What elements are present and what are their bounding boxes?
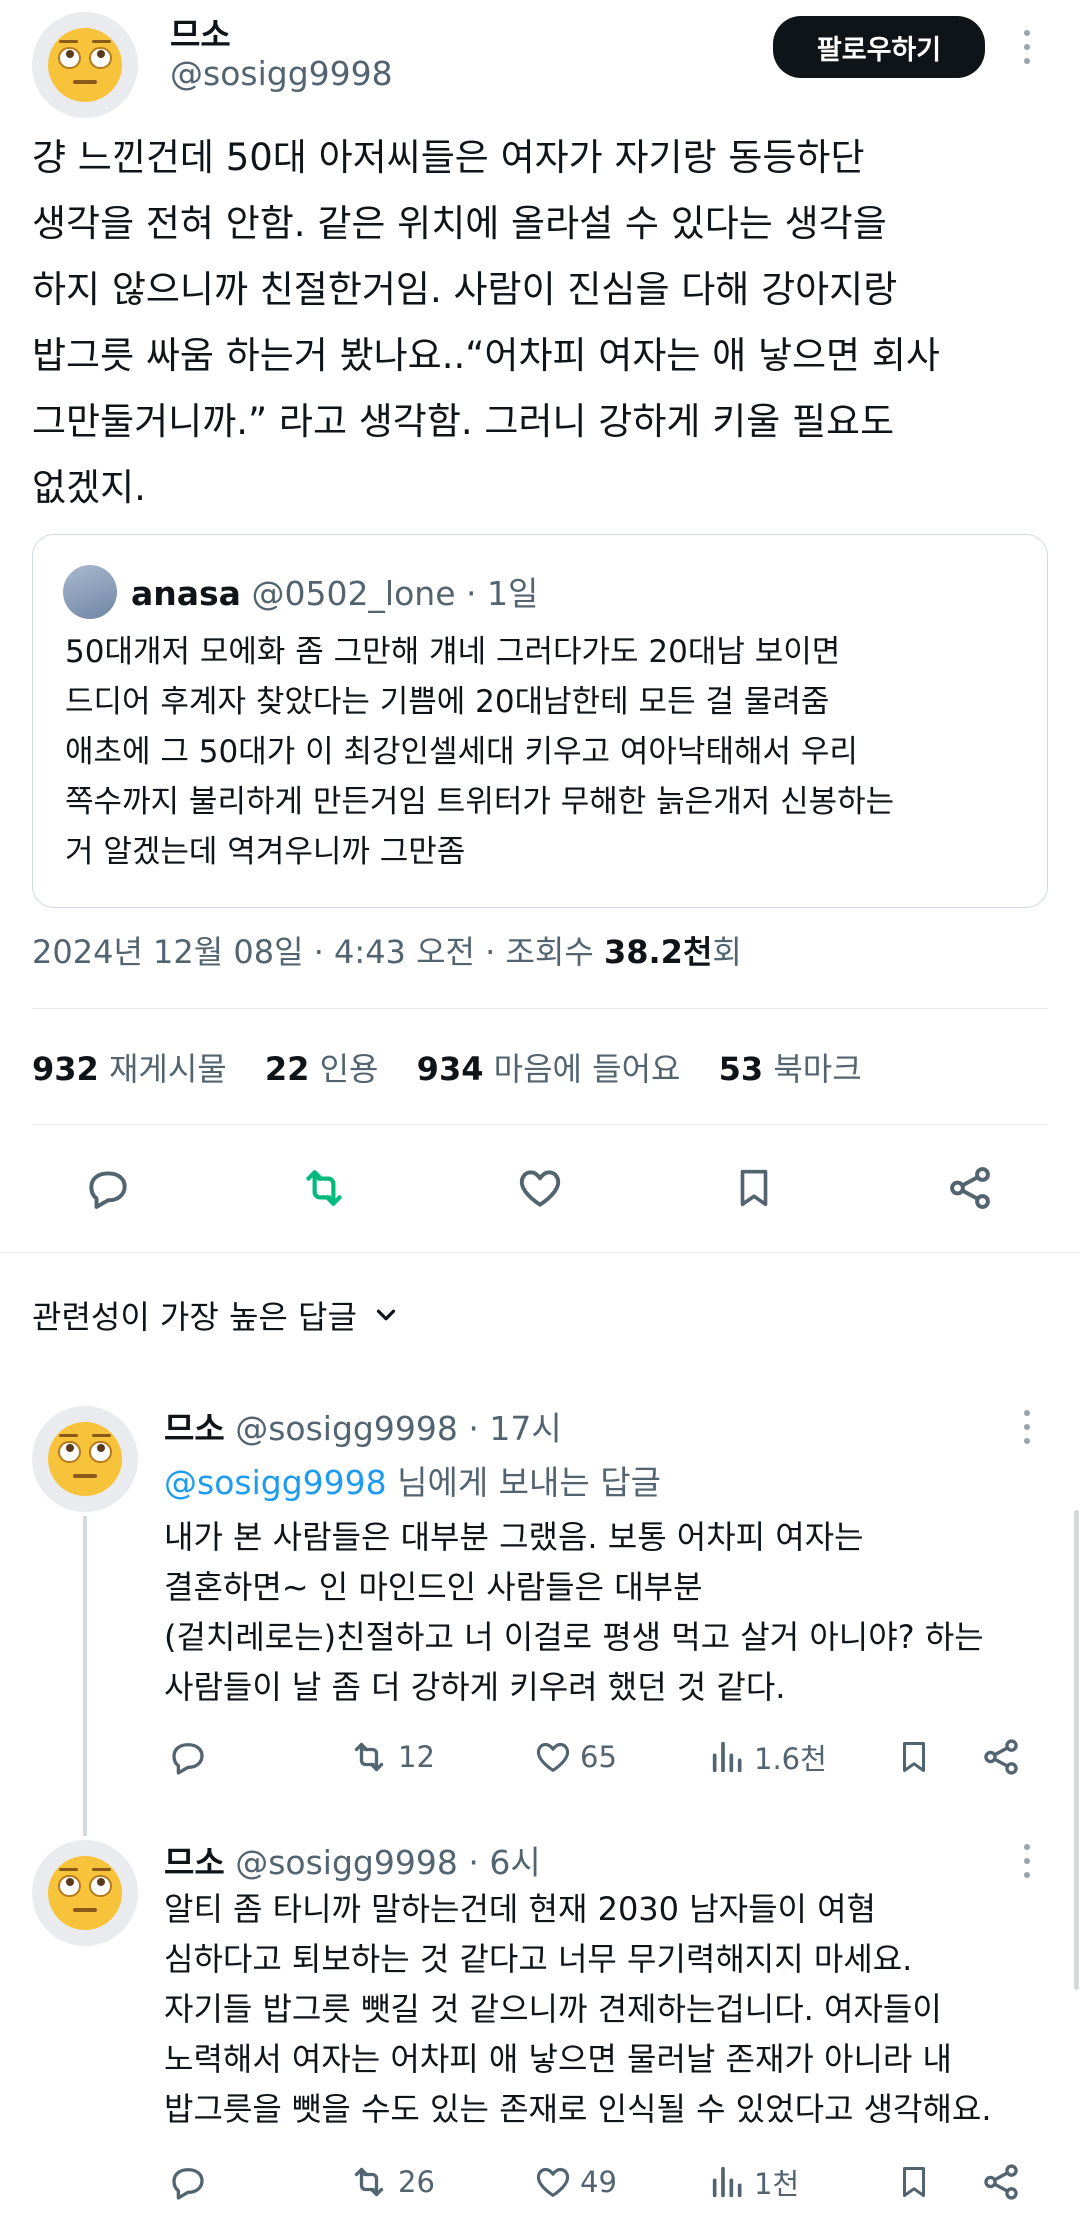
reply-text: 알티 좀 타니까 말하는건데 현재 2030 남자들이 여혐 심하다고 퇴보하는… <box>164 1890 992 2128</box>
views-count: 1.6천 <box>754 1742 827 1776</box>
quote-author-handle: @0502_lone <box>251 574 456 613</box>
like-action[interactable]: 65 <box>532 1735 617 1779</box>
views-icon <box>708 2162 748 2202</box>
like-count: 49 <box>580 2165 617 2199</box>
replies-header-label: 관련성이 가장 높은 답글 <box>32 1298 357 1336</box>
share-icon[interactable] <box>940 1160 1000 1216</box>
like-icon <box>532 1737 574 1777</box>
thread-line <box>83 1516 87 1836</box>
like-icon <box>532 2162 574 2202</box>
follow-button[interactable]: 팔로우하기 <box>773 16 985 78</box>
author-name[interactable]: 므소 <box>170 8 231 56</box>
quote-time: · 1일 <box>466 574 539 613</box>
views-suffix: 회 <box>712 933 742 971</box>
quote-avatar <box>63 565 117 619</box>
reply-author-name[interactable]: 므소 <box>164 1409 225 1448</box>
reply-icon[interactable] <box>80 1160 136 1216</box>
divider <box>32 1008 1048 1009</box>
scrollbar-thumb[interactable] <box>1074 1510 1079 1990</box>
reply-author-handle[interactable]: @sosigg9998 <box>235 1843 458 1882</box>
chevron-down-icon <box>371 1300 401 1330</box>
reply-avatar[interactable] <box>32 1406 138 1512</box>
tweet-stats: 932 재게시물 22 인용 934 마음에 들어요 53 북마크 <box>32 1044 862 1090</box>
views-count: 1천 <box>754 2167 800 2201</box>
rolling-eyes-emoji-icon <box>47 27 123 103</box>
more-icon[interactable] <box>1022 1410 1032 1444</box>
rolling-eyes-emoji-icon <box>47 1855 123 1931</box>
retweet-icon <box>346 2162 392 2202</box>
quote-author-name: anasa <box>131 574 241 613</box>
views-icon <box>708 1737 748 1777</box>
bookmarks-stat[interactable]: 53 북마크 <box>719 1050 862 1088</box>
more-icon[interactable] <box>1022 1844 1032 1878</box>
views-action[interactable]: 1.6천 <box>708 1735 827 1779</box>
reply-text: 내가 본 사람들은 대부분 그랬음. 보통 어차피 여자는 결혼하면~ 인 마인… <box>164 1518 984 1706</box>
quotes-stat[interactable]: 22 인용 <box>265 1050 379 1088</box>
tweet-date: 2024년 12월 08일 · 4:43 오전 · 조회수 <box>32 933 604 971</box>
retweet-icon <box>346 1737 392 1777</box>
share-icon[interactable] <box>978 2160 1024 2204</box>
divider <box>0 1252 1080 1253</box>
bookmark-icon[interactable] <box>892 1735 936 1779</box>
like-icon[interactable] <box>510 1160 570 1216</box>
share-icon[interactable] <box>978 1735 1024 1779</box>
divider <box>32 1124 1048 1125</box>
replies-sort-dropdown[interactable]: 관련성이 가장 높은 답글 <box>32 1292 401 1338</box>
retweet-icon[interactable] <box>294 1160 354 1216</box>
quote-text: 50대개저 모에화 좀 그만해 걔네 그러다가도 20대남 보이면 드디어 후계… <box>65 634 895 870</box>
retweet-action[interactable]: 12 <box>346 1735 435 1779</box>
reply-author-name[interactable]: 므소 <box>164 1843 225 1882</box>
reply-to-line: @sosigg9998 님에게 보내는 답글 <box>164 1463 661 1502</box>
retweets-stat[interactable]: 932 재게시물 <box>32 1050 227 1088</box>
quoted-tweet[interactable]: anasa @0502_lone · 1일 50대개저 모에화 좀 그만해 걔네… <box>32 534 1048 908</box>
reply-author-handle[interactable]: @sosigg9998 <box>235 1409 458 1448</box>
retweet-count: 26 <box>398 2165 435 2199</box>
reply-time[interactable]: · 17시 <box>468 1409 561 1448</box>
like-action[interactable]: 49 <box>532 2160 617 2204</box>
like-count: 65 <box>580 1740 617 1774</box>
retweet-action[interactable]: 26 <box>346 2160 435 2204</box>
views-count: 38.2천 <box>603 933 713 971</box>
views-action[interactable]: 1천 <box>708 2160 799 2204</box>
tweet-meta: 2024년 12월 08일 · 4:43 오전 · 조회수 38.2천회 <box>32 927 742 973</box>
bookmark-icon[interactable] <box>892 2160 936 2204</box>
likes-stat[interactable]: 934 마음에 들어요 <box>417 1050 681 1088</box>
reply-time[interactable]: · 6시 <box>468 1843 540 1882</box>
tweet-text: 걍 느낀건데 50대 아저씨들은 여자가 자기랑 동등하단 생각을 전혀 안함.… <box>32 136 940 509</box>
rolling-eyes-emoji-icon <box>47 1421 123 1497</box>
more-icon[interactable] <box>1022 30 1032 64</box>
retweet-count: 12 <box>398 1740 435 1774</box>
reply-icon[interactable] <box>166 1735 210 1779</box>
author-handle[interactable]: @sosigg9998 <box>170 54 393 93</box>
reply-icon[interactable] <box>166 2160 210 2204</box>
bookmark-icon[interactable] <box>726 1160 782 1216</box>
reply-avatar[interactable] <box>32 1840 138 1946</box>
reply-to-handle[interactable]: @sosigg9998 <box>164 1463 387 1502</box>
author-avatar[interactable] <box>32 12 138 118</box>
